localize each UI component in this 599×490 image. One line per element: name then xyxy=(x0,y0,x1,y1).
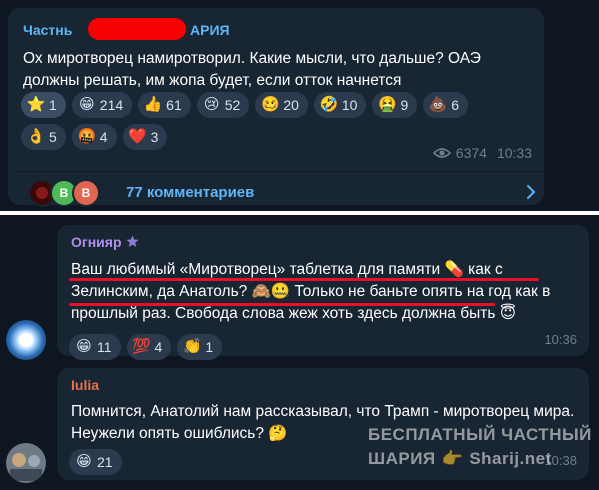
reaction-count: 52 xyxy=(224,97,241,113)
comment-card: Огнияр Ваш любимый «Миротворец» таблетка… xyxy=(57,225,589,360)
reaction-button[interactable]: 😁 11 xyxy=(69,334,121,360)
grin-icon: 😁 xyxy=(76,338,92,355)
post-card: Частнь АРИЯ Ох миротворец намиротворил. … xyxy=(8,8,552,207)
comment-reactions: 😁 21 xyxy=(69,449,122,475)
clap-icon: 👏 xyxy=(183,338,202,355)
rofl-icon: 🤣 xyxy=(319,96,339,113)
comments-count-label[interactable]: 77 комментариев xyxy=(126,184,254,201)
watermark-site: Sharij.net xyxy=(469,449,552,468)
grin-icon: 😁 xyxy=(78,96,95,113)
post-reactions-row-1: ⭐ 1 😁 214 👍 61 😢 52 🥴 20 🤣 10 🤮 9 💩 6 xyxy=(21,92,469,118)
comment-reactions: 😁 11 💯 4 👏 1 xyxy=(69,334,223,360)
highlight-underline xyxy=(69,303,495,306)
views-count: 6374 xyxy=(455,145,487,161)
post-text: Ох миротворец намиротворил. Какие мысли,… xyxy=(23,50,481,89)
reaction-count: 20 xyxy=(283,97,299,113)
chevron-right-icon[interactable] xyxy=(526,184,536,200)
reaction-button[interactable]: 💯 4 xyxy=(126,334,172,360)
reaction-button[interactable]: 👏 1 xyxy=(177,334,223,360)
post-meta: 6374 10:33 xyxy=(432,145,532,161)
reaction-count: 4 xyxy=(99,129,108,145)
comment-text: Ваш любимый «Миротворец» таблетка для па… xyxy=(71,261,551,322)
channel-post-panel: Частнь АРИЯ Ох миротворец намиротворил. … xyxy=(0,0,599,210)
cry-icon: 😢 xyxy=(203,96,220,113)
post-author[interactable]: Частнь xyxy=(23,22,72,38)
reaction-count: 4 xyxy=(154,339,163,355)
redaction-mark xyxy=(88,18,186,40)
reaction-count: 21 xyxy=(97,454,113,470)
post-author-suffix[interactable]: АРИЯ xyxy=(190,22,230,38)
comment-author[interactable]: Огнияр xyxy=(71,234,139,250)
eye-icon xyxy=(432,148,451,158)
comments-button[interactable]: В В 77 комментариев xyxy=(16,172,552,213)
reaction-button[interactable]: 😁 21 xyxy=(69,449,122,475)
cursing-icon: 🤬 xyxy=(77,128,97,145)
reaction-count: 1 xyxy=(49,97,57,113)
reaction-count: 61 xyxy=(166,97,182,113)
reaction-button[interactable]: 😢 52 xyxy=(196,92,250,118)
reaction-count: 214 xyxy=(99,97,124,113)
grin-icon: 😁 xyxy=(76,453,92,470)
reaction-button[interactable]: ❤️ 3 xyxy=(122,124,168,150)
watermark-line-2: ШАРИЯ 👉 Sharij.net xyxy=(368,449,552,469)
woozy-icon: 🥴 xyxy=(260,96,280,113)
comment-author[interactable]: Iulia xyxy=(71,377,99,393)
reaction-count: 3 xyxy=(150,129,159,145)
watermark-text: ШАРИЯ xyxy=(368,449,436,468)
avatar[interactable] xyxy=(6,443,46,483)
reaction-count: 10 xyxy=(341,97,358,113)
reaction-button[interactable]: 🤮 9 xyxy=(372,92,418,118)
reaction-button[interactable]: 🤬 4 xyxy=(71,124,117,150)
comment-time: 10:36 xyxy=(544,332,577,347)
hundred-icon: 💯 xyxy=(132,338,151,355)
reaction-button[interactable]: ⭐ 1 xyxy=(21,92,66,118)
reaction-count: 1 xyxy=(205,339,214,355)
post-time: 10:33 xyxy=(496,145,532,161)
reaction-count: 11 xyxy=(97,339,112,355)
reaction-count: 9 xyxy=(400,97,409,113)
premium-star-icon xyxy=(125,235,139,247)
heart-icon: ❤️ xyxy=(128,128,147,145)
highlight-underline xyxy=(69,278,539,281)
comment-author-name: Огнияр xyxy=(71,234,122,250)
star-icon: ⭐ xyxy=(26,96,46,113)
thumbs-up-icon: 👍 xyxy=(143,96,163,113)
avatar: В xyxy=(72,178,100,207)
pointing-hand-icon: 👉 xyxy=(441,449,464,468)
reaction-button[interactable]: 👌 5 xyxy=(21,124,66,150)
reaction-button[interactable]: 🤣 10 xyxy=(313,92,367,118)
commenter-avatars: В В xyxy=(28,178,108,207)
reaction-button[interactable]: 💩 6 xyxy=(423,92,469,118)
ok-hand-icon: 👌 xyxy=(26,128,46,145)
reaction-count: 5 xyxy=(49,129,57,145)
reaction-button[interactable]: 🥴 20 xyxy=(255,92,308,118)
reaction-button[interactable]: 👍 61 xyxy=(138,92,191,118)
reaction-count: 6 xyxy=(451,97,460,113)
watermark-line-1: БЕСПЛАТНЫЙ ЧАСТНЫЙ xyxy=(368,425,592,444)
vomit-icon: 🤮 xyxy=(378,96,397,113)
discussion-panel: Огнияр Ваш любимый «Миротворец» таблетка… xyxy=(0,215,599,490)
post-reactions-row-2: 👌 5 🤬 4 ❤️ 3 xyxy=(21,124,168,150)
poop-icon: 💩 xyxy=(428,96,448,113)
reaction-button[interactable]: 😁 214 xyxy=(71,92,133,118)
avatar[interactable] xyxy=(6,320,46,360)
